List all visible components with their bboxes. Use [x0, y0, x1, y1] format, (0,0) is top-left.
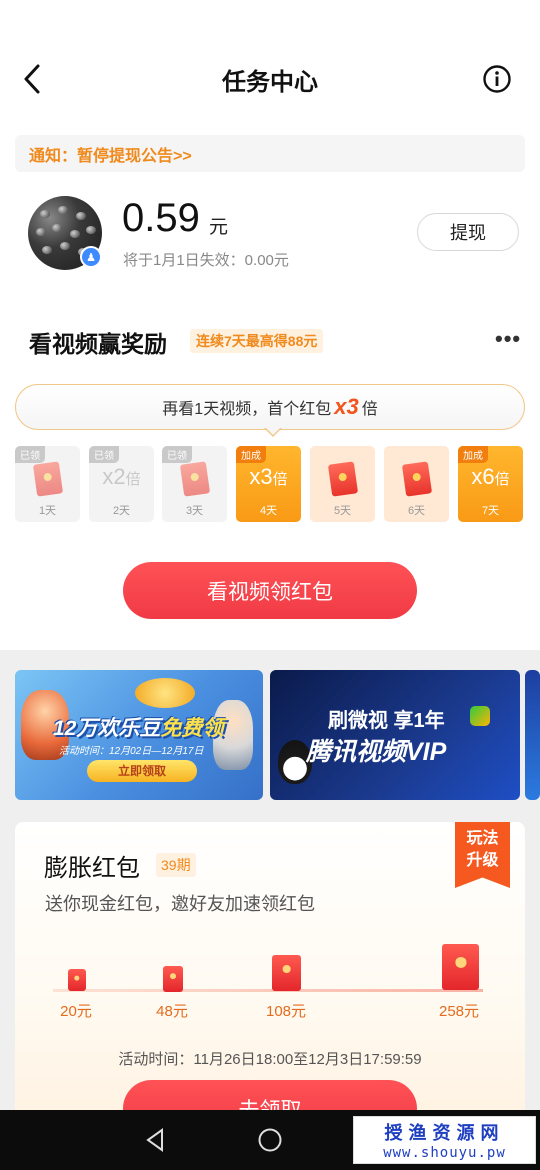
day-status-tag: 已领: [162, 446, 192, 463]
red-envelope-icon: [179, 461, 211, 497]
step-label: 20元: [60, 1003, 92, 1020]
balance-amount: 0.59: [122, 196, 200, 240]
tip-multiplier: x3: [334, 394, 359, 419]
day-status-tag: 已领: [89, 446, 119, 463]
day-card: 6天: [384, 446, 449, 522]
banner-next-peek[interactable]: [525, 670, 540, 800]
inflate-title: 膨胀红包: [44, 855, 140, 882]
day-label: 2天: [112, 505, 131, 517]
banner-tencent-video-vip[interactable]: 刷微视 享1年 腾讯视频VIP: [270, 670, 520, 800]
day-multiplier-value: x6: [471, 464, 495, 489]
day-multiplier-suffix: 倍: [125, 471, 141, 488]
upgrade-ribbon[interactable]: 玩法 升级: [455, 822, 510, 888]
banner1-title: 12万欢乐豆免费领: [53, 712, 223, 742]
day-card: 已领 3天: [162, 446, 227, 522]
day-label: 3天: [185, 505, 204, 517]
video-reward-title: 看视频赢奖励: [29, 331, 167, 357]
day-card: 加成 x3倍 4天: [236, 446, 301, 522]
tencent-video-logo-icon: [470, 706, 490, 726]
notice-banner[interactable]: 通知：暂停提现公告>>: [15, 135, 525, 172]
balance-expire-text: 将于1月1日失效：0.00元: [123, 252, 289, 269]
more-options-icon[interactable]: •••: [495, 326, 525, 351]
watermark-name: 授渔资源网: [384, 1123, 505, 1143]
tip-suffix: 倍: [361, 401, 378, 418]
red-envelope-icon: [327, 461, 359, 497]
day-status-tag: 加成: [458, 446, 488, 463]
day-card: 5天: [310, 446, 375, 522]
banner-happy-beans[interactable]: 12万欢乐豆免费领 活动时间：12月02日—12月17日 立即领取: [15, 670, 263, 800]
day-card: 加成 x6倍 7天: [458, 446, 523, 522]
red-envelope-icon: [32, 461, 64, 497]
watermark-url: www.shouyu.pw: [383, 1145, 506, 1161]
day-multiplier-value: x3: [249, 464, 273, 489]
inflate-period-badge: 39期: [156, 853, 196, 877]
tip-prefix: 再看1天视频，首个红包: [162, 401, 332, 418]
tip-arrow-inner: [265, 427, 281, 435]
day-label: 6天: [407, 505, 426, 517]
day-multiplier-suffix: 倍: [494, 471, 510, 488]
day-label: 4天: [259, 505, 278, 517]
step-envelope-icon: [442, 944, 479, 990]
ribbon-line1: 玩法: [466, 830, 499, 847]
qq-badge-icon: ♟: [80, 246, 102, 268]
day-multiplier: x3倍: [236, 464, 301, 490]
nav-back-icon[interactable]: [143, 1127, 169, 1153]
day-status-tag: 已领: [15, 446, 45, 463]
red-envelope-icon: [401, 461, 433, 497]
banner2-line1: 刷微视 享1年: [328, 710, 445, 732]
withdraw-button[interactable]: 提现: [417, 213, 519, 251]
step-label: 258元: [438, 1003, 480, 1020]
banner1-title-highlight: 免费领: [160, 717, 224, 740]
inflate-progress-line: [53, 989, 483, 992]
banner1-date: 活动时间：12月02日—12月17日: [59, 746, 204, 757]
ribbon-line2: 升级: [466, 852, 499, 869]
inflate-envelope-card: 膨胀红包 39期 送你现金红包，邀好友加速领红包 玩法 升级 20元 48元 1…: [15, 822, 525, 1137]
coins-image: [135, 678, 195, 708]
watermark: 授渔资源网 www.shouyu.pw: [353, 1116, 536, 1164]
day-multiplier-suffix: 倍: [272, 471, 288, 488]
step-envelope-icon: [272, 955, 301, 991]
info-icon[interactable]: [482, 64, 512, 94]
reward-tip-bubble: 再看1天视频，首个红包 x3 倍: [15, 384, 525, 430]
step-envelope-icon: [68, 969, 86, 991]
day-label: 7天: [481, 505, 500, 517]
banner1-title-main: 12万欢乐豆: [53, 717, 161, 740]
day-label: 1天: [38, 505, 57, 517]
day-multiplier-value: x2: [102, 464, 126, 489]
day-label: 5天: [333, 505, 352, 517]
top-bar: 任务中心: [0, 44, 540, 114]
activity-time: 活动时间：11月26日18:00至12月3日17:59:59: [118, 1051, 422, 1068]
day-card: 已领 x2倍 2天: [89, 446, 154, 522]
step-envelope-icon: [163, 966, 183, 992]
step-label: 48元: [156, 1003, 188, 1020]
day-multiplier: x6倍: [458, 464, 523, 490]
watch-video-button[interactable]: 看视频领红包: [123, 562, 417, 619]
day-status-tag: 加成: [236, 446, 266, 463]
day-multiplier: x2倍: [89, 464, 154, 490]
page-title: 任务中心: [222, 69, 318, 96]
banner1-claim-button[interactable]: 立即领取: [87, 760, 197, 782]
banner2-line2: 腾讯视频VIP: [306, 738, 447, 766]
balance-unit: 元: [209, 217, 229, 238]
video-reward-tag: 连续7天最高得88元: [190, 329, 324, 353]
day-card: 已领 1天: [15, 446, 80, 522]
inflate-subtitle: 送你现金红包，邀好友加速领红包: [45, 894, 315, 914]
step-label: 108元: [265, 1003, 307, 1020]
nav-home-icon[interactable]: [257, 1127, 283, 1153]
